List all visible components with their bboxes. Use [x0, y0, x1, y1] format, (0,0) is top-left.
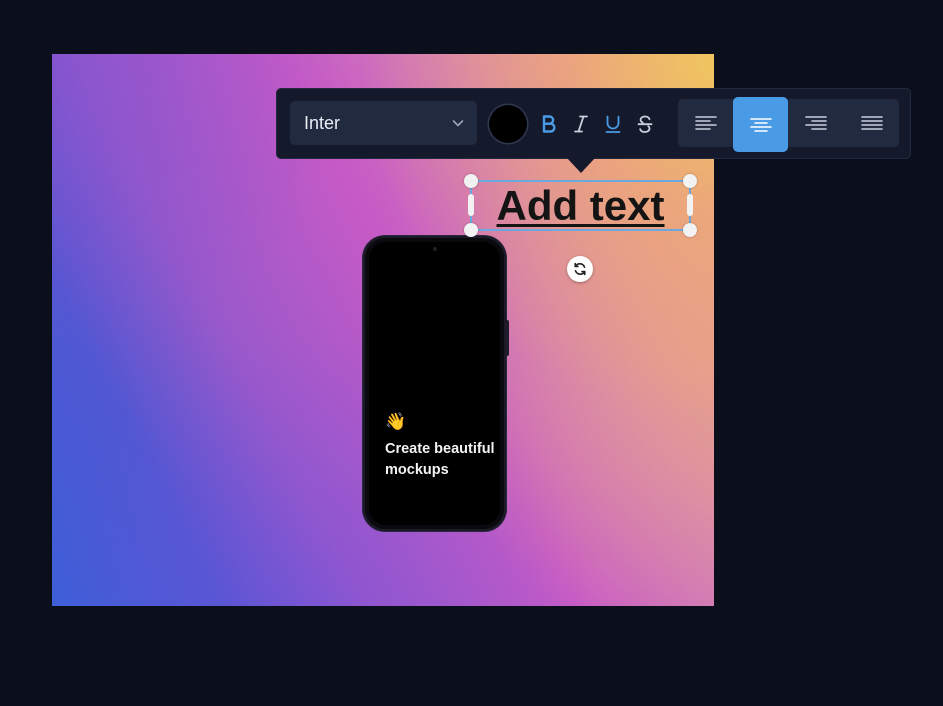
- wave-emoji: 👋: [385, 412, 407, 431]
- font-family-select[interactable]: Inter: [290, 101, 477, 145]
- align-left-icon: [694, 116, 717, 130]
- underline-button[interactable]: [599, 109, 627, 139]
- text-selection-box[interactable]: Add text: [464, 174, 697, 237]
- italic-button[interactable]: [567, 109, 595, 139]
- underline-icon: [605, 115, 621, 133]
- align-center-icon: [749, 117, 772, 132]
- italic-icon: [574, 115, 588, 133]
- resize-handle-left[interactable]: [468, 194, 474, 216]
- camera-dot: [432, 247, 437, 251]
- rotate-icon: [574, 262, 586, 276]
- toolbar-pointer: [567, 158, 595, 173]
- text-formatting-toolbar: Inter: [276, 88, 911, 173]
- resize-handle-bottom-right[interactable]: [683, 223, 697, 237]
- phone-screen: 👋 Create beautiful mockups: [369, 242, 500, 525]
- rotate-handle[interactable]: [567, 256, 593, 282]
- resize-handle-top-left[interactable]: [464, 174, 478, 188]
- align-right-button[interactable]: [788, 99, 843, 147]
- resize-handle-bottom-left[interactable]: [464, 223, 478, 237]
- text-color-button[interactable]: [489, 105, 527, 143]
- align-justify-button[interactable]: [844, 99, 899, 147]
- resize-handle-top-right[interactable]: [683, 174, 697, 188]
- bold-icon: [542, 115, 556, 133]
- align-justify-icon: [860, 116, 883, 130]
- align-left-button[interactable]: [678, 99, 733, 147]
- canvas-text-element[interactable]: Add text: [472, 183, 689, 229]
- font-family-value: Inter: [304, 112, 341, 133]
- strikethrough-button[interactable]: [631, 109, 659, 139]
- strikethrough-icon: [637, 115, 653, 133]
- text-alignment-group: [678, 97, 899, 152]
- align-right-icon: [804, 116, 827, 130]
- align-center-button[interactable]: [733, 97, 788, 152]
- bold-button[interactable]: [535, 109, 563, 139]
- phone-mockup[interactable]: 👋 Create beautiful mockups: [363, 236, 509, 531]
- phone-caption: Create beautiful mockups: [385, 441, 495, 478]
- resize-handle-right[interactable]: [687, 194, 693, 216]
- chevron-down-icon: [452, 120, 464, 127]
